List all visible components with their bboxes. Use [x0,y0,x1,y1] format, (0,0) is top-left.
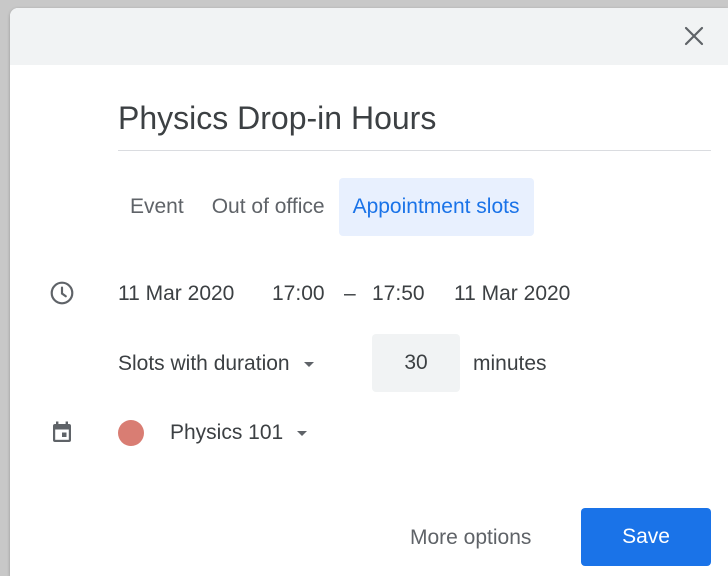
more-options-button[interactable]: More options [398,510,543,566]
chevron-down-icon [297,430,308,436]
calendar-icon [49,419,75,445]
duration-field[interactable] [372,334,460,392]
create-event-dialog: Event Out of office Appointment slots 11… [10,8,728,576]
tab-appointment-slots[interactable]: Appointment slots [338,178,534,236]
clock-icon [48,279,76,307]
slot-mode-dropdown[interactable]: Slots with duration [118,352,314,376]
duration-unit-label: minutes [473,352,547,375]
title-field-wrap [118,96,711,151]
tab-out-of-office[interactable]: Out of office [198,178,339,236]
calendar-dropdown[interactable]: Physics 101 [170,421,308,445]
end-date[interactable]: 11 Mar 2020 [454,282,570,306]
close-button[interactable] [679,21,709,51]
dialog-header [10,8,728,65]
start-time[interactable]: 17:00 [272,282,325,306]
time-separator: – [344,282,356,305]
start-date[interactable]: 11 Mar 2020 [118,282,234,306]
duration-input[interactable] [384,350,448,376]
tab-event[interactable]: Event [116,178,198,236]
calendar-color-dot[interactable] [118,420,144,446]
end-time[interactable]: 17:50 [372,282,425,306]
slot-mode-label: Slots with duration [118,352,290,375]
save-button[interactable]: Save [581,508,711,566]
title-input[interactable] [118,100,711,137]
close-icon [684,26,704,46]
calendar-name: Physics 101 [170,421,284,444]
chevron-down-icon [303,361,314,367]
event-type-tabs: Event Out of office Appointment slots [116,178,534,236]
